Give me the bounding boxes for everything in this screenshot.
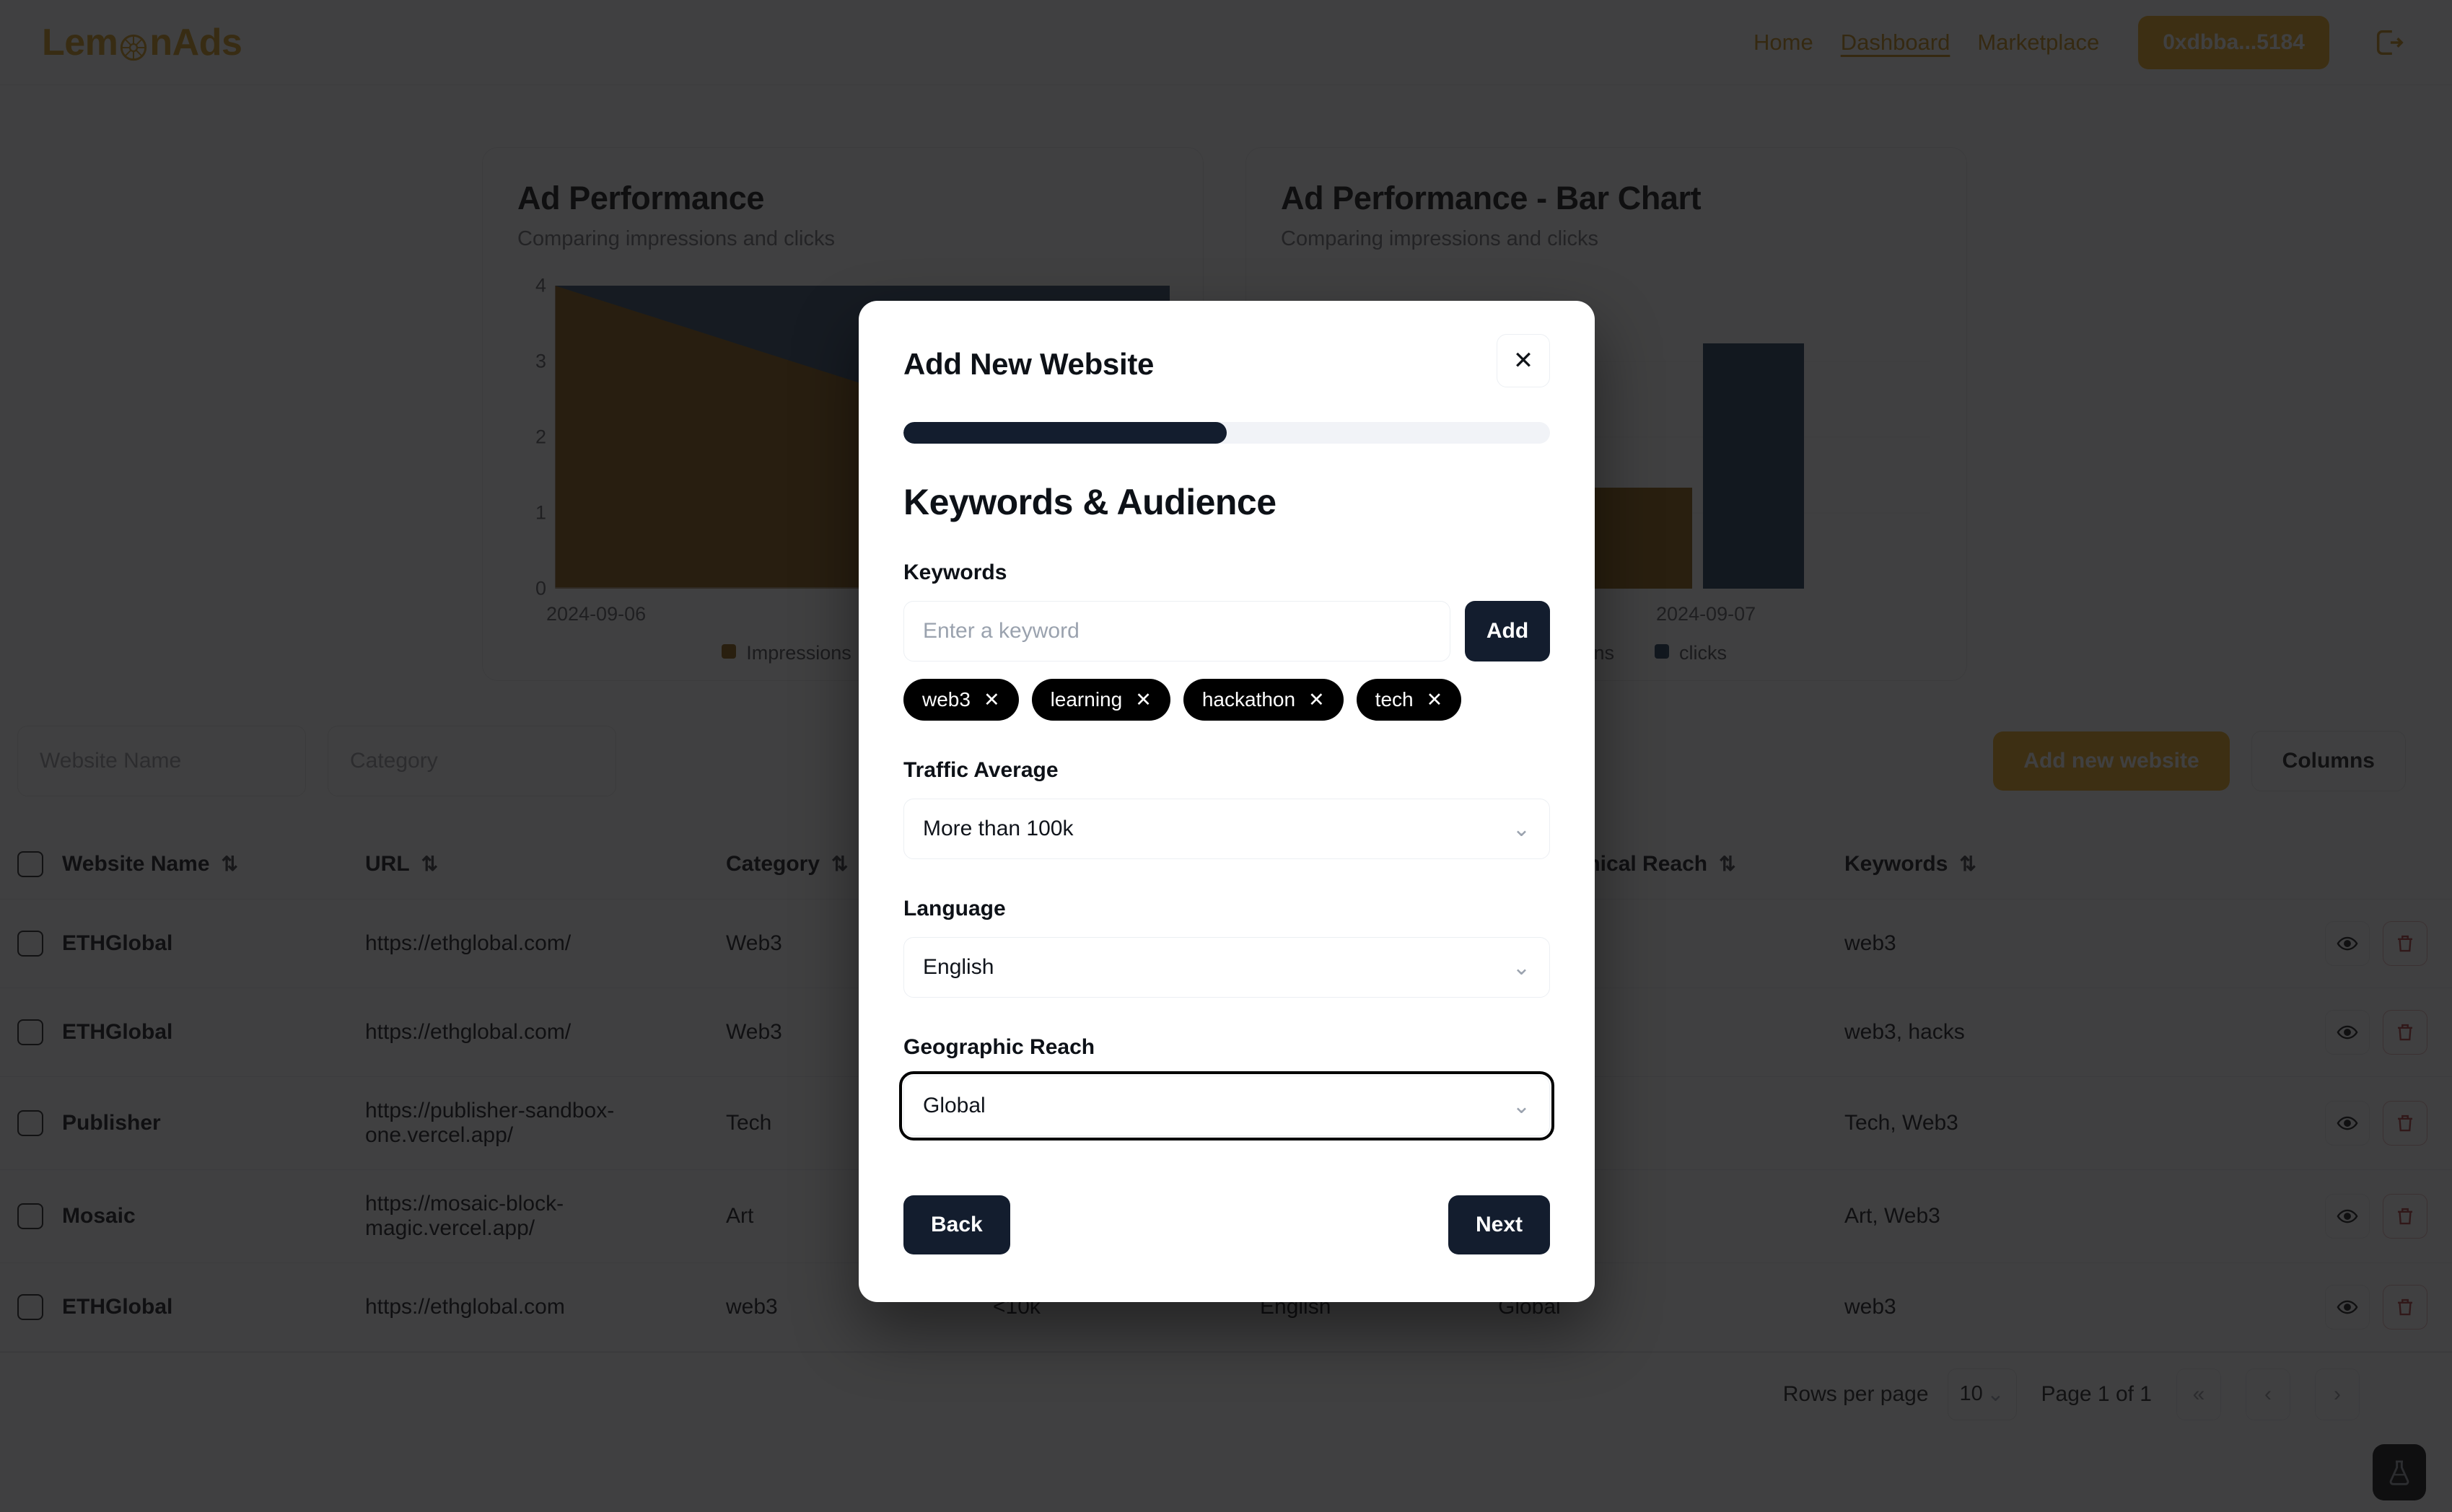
- geographic-reach-select[interactable]: Global ⌄: [899, 1071, 1554, 1140]
- keyword-chip-label: hackathon: [1201, 688, 1296, 711]
- keyword-chips: web3 ✕ learning ✕ hackathon ✕ tech ✕: [903, 679, 1550, 721]
- keyword-input[interactable]: Enter a keyword: [903, 601, 1450, 662]
- keyword-chip-label: tech: [1375, 688, 1414, 711]
- add-new-website-modal: Add New Website ✕ Keywords & Audience Ke…: [859, 301, 1595, 1302]
- app-root: Lem nAds Home: [0, 0, 2452, 1512]
- geographic-reach-label: Geographic Reach: [903, 1035, 1095, 1059]
- modal-step-title: Keywords & Audience: [903, 482, 1277, 522]
- keywords-label: Keywords: [903, 561, 1007, 584]
- next-button[interactable]: Next: [1448, 1195, 1550, 1254]
- add-keyword-button[interactable]: Add: [1465, 601, 1550, 662]
- geographic-reach-value: Global: [923, 1094, 986, 1117]
- back-button[interactable]: Back: [903, 1195, 1010, 1254]
- close-icon[interactable]: ✕: [1427, 689, 1443, 711]
- close-icon[interactable]: ✕: [984, 689, 1000, 711]
- keyword-chip[interactable]: web3 ✕: [903, 679, 1019, 721]
- language-label: Language: [903, 897, 1006, 920]
- language-select[interactable]: English ⌄: [903, 937, 1550, 998]
- keyword-chip-label: web3: [922, 688, 971, 711]
- language-value: English: [923, 955, 994, 979]
- keyword-chip[interactable]: learning ✕: [1031, 679, 1170, 721]
- modal-title: Add New Website: [903, 347, 1155, 381]
- chevron-down-icon: ⌄: [1512, 955, 1531, 980]
- keyword-chip-label: learning: [1050, 688, 1123, 711]
- close-icon[interactable]: ✕: [1135, 689, 1152, 711]
- traffic-average-value: More than 100k: [923, 817, 1074, 840]
- traffic-average-select[interactable]: More than 100k ⌄: [903, 799, 1550, 859]
- close-icon[interactable]: ✕: [1308, 689, 1325, 711]
- keyword-chip[interactable]: tech ✕: [1356, 679, 1462, 721]
- keyword-entry-row: Enter a keyword Add: [903, 601, 1550, 662]
- modal-header: Add New Website ✕: [903, 334, 1550, 387]
- close-icon[interactable]: ✕: [1497, 334, 1550, 387]
- modal-footer: Back Next: [903, 1195, 1550, 1254]
- chevron-down-icon: ⌄: [1512, 817, 1531, 841]
- progress-bar: [903, 422, 1550, 444]
- chevron-down-icon: ⌄: [1512, 1094, 1531, 1118]
- traffic-average-label: Traffic Average: [903, 758, 1059, 782]
- progress-bar-fill: [903, 422, 1227, 444]
- keyword-chip[interactable]: hackathon ✕: [1183, 679, 1344, 721]
